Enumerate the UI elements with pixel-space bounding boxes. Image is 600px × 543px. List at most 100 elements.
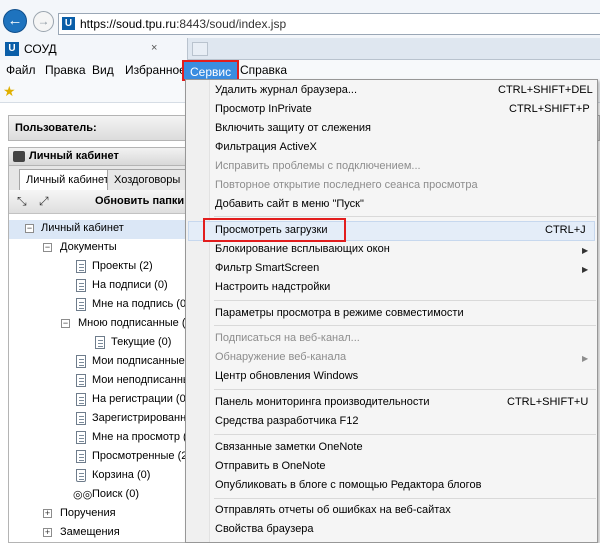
menu-item-windows-update[interactable]: Центр обновления Windows (215, 370, 358, 382)
tree-node-personal-cabinet[interactable]: − Личный кабинет (9, 220, 192, 239)
tab-title: СОУД (24, 42, 57, 56)
expand-icon[interactable]: + (43, 509, 52, 518)
tree-node-my-unsigned[interactable]: Мои неподписанные (9, 372, 197, 391)
menu-item-view-downloads[interactable]: Просмотреть загрузки (215, 224, 327, 236)
tree-node-label: Зарегистрированные (92, 412, 201, 424)
tree-node-reviewed[interactable]: Просмотренные (2) (9, 448, 192, 467)
menu-item-report-errors[interactable]: Отправлять отчеты об ошибках на веб-сайт… (215, 504, 451, 516)
forward-button[interactable]: → (33, 11, 54, 32)
address-field[interactable]: U https://soud.tpu.ru:8443/soud/index.js… (58, 13, 600, 35)
tree-node-on-registration[interactable]: На регистрации (0) (9, 391, 192, 410)
menu-item-internet-options[interactable]: Свойства браузера (215, 523, 314, 535)
menu-item-blog-publish[interactable]: Опубликовать в блоге с помощью Редактора… (215, 479, 481, 491)
expand-icon[interactable]: + (43, 528, 52, 537)
new-tab-button[interactable] (192, 42, 208, 56)
forward-arrow-icon: → (37, 14, 50, 28)
menu-help[interactable]: Справка (240, 63, 287, 77)
menu-item-add-to-start[interactable]: Добавить сайт в меню "Пуск" (215, 198, 364, 210)
url-host: https://soud.tpu.ru (80, 17, 177, 31)
tree-node-my-signed[interactable]: Мои подписанные (0 (9, 353, 198, 372)
shortcut-performance-dashboard: CTRL+SHIFT+U (507, 396, 589, 408)
url-text[interactable]: https://soud.tpu.ru:8443/soud/index.jsp (80, 17, 286, 31)
tree-node-substitutions[interactable]: + Замещения (9, 524, 192, 543)
refresh-folders-button[interactable]: Обновить папки (95, 195, 184, 207)
browser-tab[interactable]: U СОУД × (0, 38, 188, 60)
tools-menu-dropdown: Удалить журнал браузера... CTRL+SHIFT+DE… (185, 79, 598, 543)
tree-node-label: На подписи (0) (92, 279, 168, 291)
menu-item-feed-discovery: Обнаружение веб-канала (215, 351, 347, 363)
submenu-arrow-icon: ▶ (582, 354, 589, 363)
favicon-icon: U (5, 42, 19, 56)
menu-item-compat-view[interactable]: Параметры просмотра в режиме совместимос… (215, 307, 464, 319)
menu-separator (214, 216, 596, 217)
shortcut-delete-history: CTRL+SHIFT+DEL (498, 84, 593, 96)
document-icon (76, 374, 86, 387)
tab-personal-cabinet[interactable]: Личный кабинет (19, 169, 116, 191)
menu-item-inprivate[interactable]: Просмотр InPrivate (215, 103, 312, 115)
back-button[interactable]: ← (3, 9, 27, 33)
tab-contracts[interactable]: Хоздоговоры (107, 169, 188, 190)
tree-node-assignments[interactable]: + Поручения (9, 505, 192, 524)
close-tab-icon[interactable]: × (151, 42, 157, 54)
menu-item-f12-tools[interactable]: Средства разработчика F12 (215, 415, 358, 427)
tree-toolbar: ⤡ ⤢ Обновить папки (9, 190, 192, 214)
menu-item-tracking-protection[interactable]: Включить защиту от слежения (215, 122, 371, 134)
menu-item-activex-filtering[interactable]: Фильтрация ActiveX (215, 141, 317, 153)
menu-separator (214, 434, 596, 435)
menu-edit[interactable]: Правка (45, 63, 86, 77)
tree-node-label: Поручения (60, 507, 116, 519)
tree-node-on-signing[interactable]: На подписи (0) (9, 277, 192, 296)
tree-node-label: На регистрации (0) (92, 393, 190, 405)
tree-node-label: Замещения (60, 526, 120, 538)
collapse-all-icon[interactable]: ⤡ (17, 194, 27, 209)
cabinet-title: Личный кабинет (29, 150, 119, 162)
menu-view[interactable]: Вид (92, 63, 114, 77)
menu-item-send-to-onenote[interactable]: Отправить в OneNote (215, 460, 326, 472)
tree-node-current[interactable]: Текущие (0) (9, 334, 192, 353)
document-icon (76, 298, 86, 311)
menu-file[interactable]: Файл (6, 63, 36, 77)
tree-node-to-review[interactable]: Мне на просмотр (0) (9, 429, 196, 448)
tree-node-documents[interactable]: − Документы (9, 239, 192, 258)
tree-node-label: Корзина (0) (92, 469, 151, 481)
tree-node-trash[interactable]: Корзина (0) (9, 467, 192, 486)
browser-tab-strip: U СОУД × (0, 38, 600, 60)
tree-node-signed-by-me[interactable]: − Мною подписанные (3) (9, 315, 195, 334)
collapse-icon[interactable]: − (25, 224, 34, 233)
menu-item-delete-history[interactable]: Удалить журнал браузера... (215, 84, 357, 96)
menu-tools[interactable]: Сервис (182, 60, 240, 81)
menu-favorites[interactable]: Избранное (125, 63, 186, 77)
document-icon (95, 336, 105, 349)
cabinet-tabs: Личный кабинет Хоздоговоры (9, 166, 192, 191)
collapse-icon[interactable]: − (61, 319, 70, 328)
document-icon (76, 450, 86, 463)
tree-node-projects[interactable]: Проекты (2) (9, 258, 192, 277)
document-icon (76, 412, 86, 425)
submenu-arrow-icon: ▶ (582, 265, 589, 274)
menu-separator (214, 300, 596, 301)
collapse-icon[interactable]: − (43, 243, 52, 252)
menu-item-manage-addons[interactable]: Настроить надстройки (215, 281, 330, 293)
address-bar-row: ← → U https://soud.tpu.ru:8443/soud/inde… (0, 0, 600, 38)
document-icon (76, 279, 86, 292)
tree-node-to-sign[interactable]: Мне на подпись (0) (9, 296, 192, 315)
tree-node-label: Мне на просмотр (0) (92, 431, 197, 443)
binoculars-icon: ◎◎ (73, 489, 93, 501)
shortcut-inprivate: CTRL+SHIFT+P (509, 103, 590, 115)
tree-node-label: Поиск (0) (92, 488, 139, 500)
menu-item-reopen-session: Повторное открытие последнего сеанса про… (215, 179, 478, 191)
menu-item-popup-blocker[interactable]: Блокирование всплывающих окон (215, 243, 390, 255)
personal-cabinet-panel: Личный кабинет Личный кабинет Хоздоговор… (8, 147, 200, 543)
menu-item-smartscreen[interactable]: Фильтр SmartScreen (215, 262, 319, 274)
shortcut-view-downloads: CTRL+J (545, 224, 586, 236)
back-arrow-icon: ← (7, 12, 23, 29)
tree-node-search[interactable]: ◎◎ Поиск (0) (9, 486, 192, 505)
menu-bar: Файл Правка Вид Избранное Сервис Справка (0, 60, 600, 81)
tree-node-registered[interactable]: Зарегистрированные (9, 410, 200, 429)
star-icon[interactable]: ★ (3, 83, 16, 100)
url-path: :8443/soud/index.jsp (176, 17, 287, 31)
tree-node-label: Личный кабинет (41, 222, 124, 234)
expand-all-icon[interactable]: ⤢ (39, 194, 49, 209)
menu-item-performance-dashboard[interactable]: Панель мониторинга производительности (215, 396, 430, 408)
menu-item-onenote-linked[interactable]: Связанные заметки OneNote (215, 441, 363, 453)
